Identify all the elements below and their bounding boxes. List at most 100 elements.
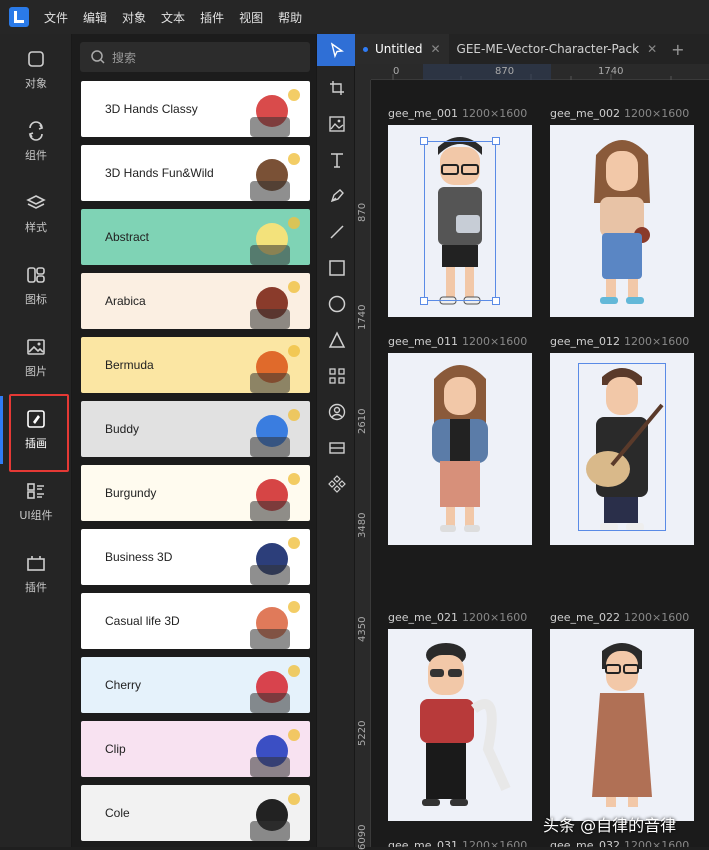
illustration-card[interactable]: 3D Hands Fun&Wild [81, 145, 310, 201]
tool-grid[interactable] [317, 360, 356, 392]
card-label: Buddy [105, 422, 140, 436]
illustration-card[interactable]: 3D Hands Classy [81, 81, 310, 137]
selection-box[interactable] [424, 141, 496, 301]
artboard-title[interactable]: gee_me_021 1200×1600 [388, 611, 527, 624]
card-thumbnail [250, 537, 300, 585]
card-thumbnail [250, 153, 300, 201]
illustration-card[interactable]: Burgundy [81, 465, 310, 521]
search-input[interactable]: 搜索 [80, 42, 310, 72]
pen-icon [330, 189, 344, 203]
tab-untitled[interactable]: Untitled ✕ [355, 34, 449, 64]
illustration-panel: 搜索 3D Hands Classy 3D Hands Fun&Wild Abstr… [72, 34, 316, 847]
design-canvas[interactable]: gee_me_001 1200×1600 gee_me_002 1200×1600 … [371, 80, 709, 847]
artboard-gee-me-002[interactable] [550, 125, 694, 317]
search-icon [91, 50, 105, 64]
illustration-card[interactable]: Abstract [81, 209, 310, 265]
tool-frame[interactable] [317, 72, 356, 104]
menu-plugin[interactable]: 插件 [200, 9, 224, 26]
rail-item-illustration[interactable]: 插画 [0, 394, 72, 472]
illustration-card[interactable]: Bermuda [81, 337, 310, 393]
card-label: Bermuda [105, 358, 154, 372]
illustration-card[interactable]: Cherry [81, 657, 310, 713]
artboard-title[interactable]: gee_me_031 1200×1600 [388, 839, 527, 847]
tool-slice[interactable] [317, 432, 356, 464]
tool-select[interactable] [317, 34, 356, 66]
tool-avatar[interactable] [317, 396, 356, 428]
artboard-gee-me-011[interactable] [388, 353, 532, 545]
artboard-gee-me-022[interactable] [550, 629, 694, 821]
rail-item-style[interactable]: 样式 [0, 178, 72, 250]
tool-line[interactable] [317, 216, 356, 248]
add-tab-icon[interactable]: + [671, 40, 684, 59]
tool-bar [316, 34, 356, 847]
character-illustration [594, 140, 650, 304]
resize-handle[interactable] [492, 137, 500, 145]
rail-item-component[interactable]: 组件 [0, 106, 72, 178]
rail-item-icons[interactable]: 图标 [0, 250, 72, 322]
close-icon[interactable]: ✕ [430, 42, 440, 56]
tool-image[interactable] [317, 108, 356, 140]
menu-help[interactable]: 帮助 [278, 9, 302, 26]
menu-text[interactable]: 文本 [161, 9, 185, 26]
tool-ellipse[interactable] [317, 288, 356, 320]
tool-triangle[interactable] [317, 324, 356, 356]
close-icon[interactable]: ✕ [647, 42, 657, 56]
card-thumbnail [250, 793, 300, 841]
ruler-left-label: 870 [357, 202, 368, 222]
artboard-gee-me-001[interactable] [388, 125, 532, 317]
ruler-corner [355, 64, 371, 80]
tool-rectangle[interactable] [317, 252, 356, 284]
illustration-card[interactable]: Buddy [81, 401, 310, 457]
card-label: Casual life 3D [105, 614, 180, 628]
tool-component[interactable] [317, 468, 356, 500]
illustration-card[interactable]: Casual life 3D [81, 593, 310, 649]
illustration-card[interactable]: Arabica [81, 273, 310, 329]
icons-icon [27, 267, 45, 283]
resize-handle[interactable] [420, 137, 428, 145]
illustration-card[interactable]: Cole [81, 785, 310, 841]
resize-handle[interactable] [420, 297, 428, 305]
menu-edit[interactable]: 编辑 [83, 9, 107, 26]
selection-box[interactable] [578, 363, 666, 531]
artboard-title[interactable]: gee_me_002 1200×1600 [550, 107, 689, 120]
rail-item-plugin[interactable]: 插件 [0, 538, 72, 610]
card-thumbnail [250, 409, 300, 457]
menu-file[interactable]: 文件 [44, 9, 68, 26]
menu-object[interactable]: 对象 [122, 9, 146, 26]
cursor-icon [330, 42, 344, 58]
menu-view[interactable]: 视图 [239, 9, 263, 26]
tool-pen[interactable] [317, 180, 356, 212]
card-thumbnail [250, 665, 300, 713]
illustration-card[interactable]: Business 3D [81, 529, 310, 585]
card-label: Cole [105, 806, 130, 820]
rail-item-image[interactable]: 图片 [0, 322, 72, 394]
artboard-gee-me-012[interactable] [550, 353, 694, 545]
artboard-title[interactable]: gee_me_012 1200×1600 [550, 335, 689, 348]
document-tabs: Untitled ✕ GEE-ME-Vector-Character-Pack … [355, 34, 709, 64]
artboard-title[interactable]: gee_me_011 1200×1600 [388, 335, 527, 348]
rail-item-ui-component[interactable]: UI组件 [0, 466, 72, 538]
ruler-top-label: 870 [495, 66, 515, 77]
character-illustration [432, 365, 488, 532]
artboard-title[interactable]: gee_me_022 1200×1600 [550, 611, 689, 624]
card-thumbnail [250, 89, 300, 137]
tab-label: GEE-ME-Vector-Character-Pack [456, 42, 640, 56]
artboard-title[interactable]: gee_me_032 1200×1600 [550, 839, 689, 847]
tool-text[interactable] [317, 144, 356, 176]
artboard-title[interactable]: gee_me_001 1200×1600 [388, 107, 527, 120]
ruler-top-label: 0 [393, 66, 400, 77]
artboard-gee-me-021[interactable] [388, 629, 532, 821]
rail-label: 图标 [25, 293, 47, 306]
card-thumbnail [250, 217, 300, 265]
card-label: Burgundy [105, 486, 157, 500]
app-logo-icon[interactable] [9, 7, 29, 27]
rail-label: 对象 [25, 77, 47, 90]
illustration-card[interactable]: Clip [81, 721, 310, 777]
tab-gee-me-pack[interactable]: GEE-ME-Vector-Character-Pack ✕ [449, 34, 666, 64]
ruler-left-label: 1740 [357, 304, 368, 330]
rail-label: 样式 [25, 221, 47, 234]
card-label: 3D Hands Fun&Wild [105, 166, 214, 180]
rail-item-object[interactable]: 对象 [0, 34, 72, 106]
grid-icon [328, 368, 345, 384]
resize-handle[interactable] [492, 297, 500, 305]
